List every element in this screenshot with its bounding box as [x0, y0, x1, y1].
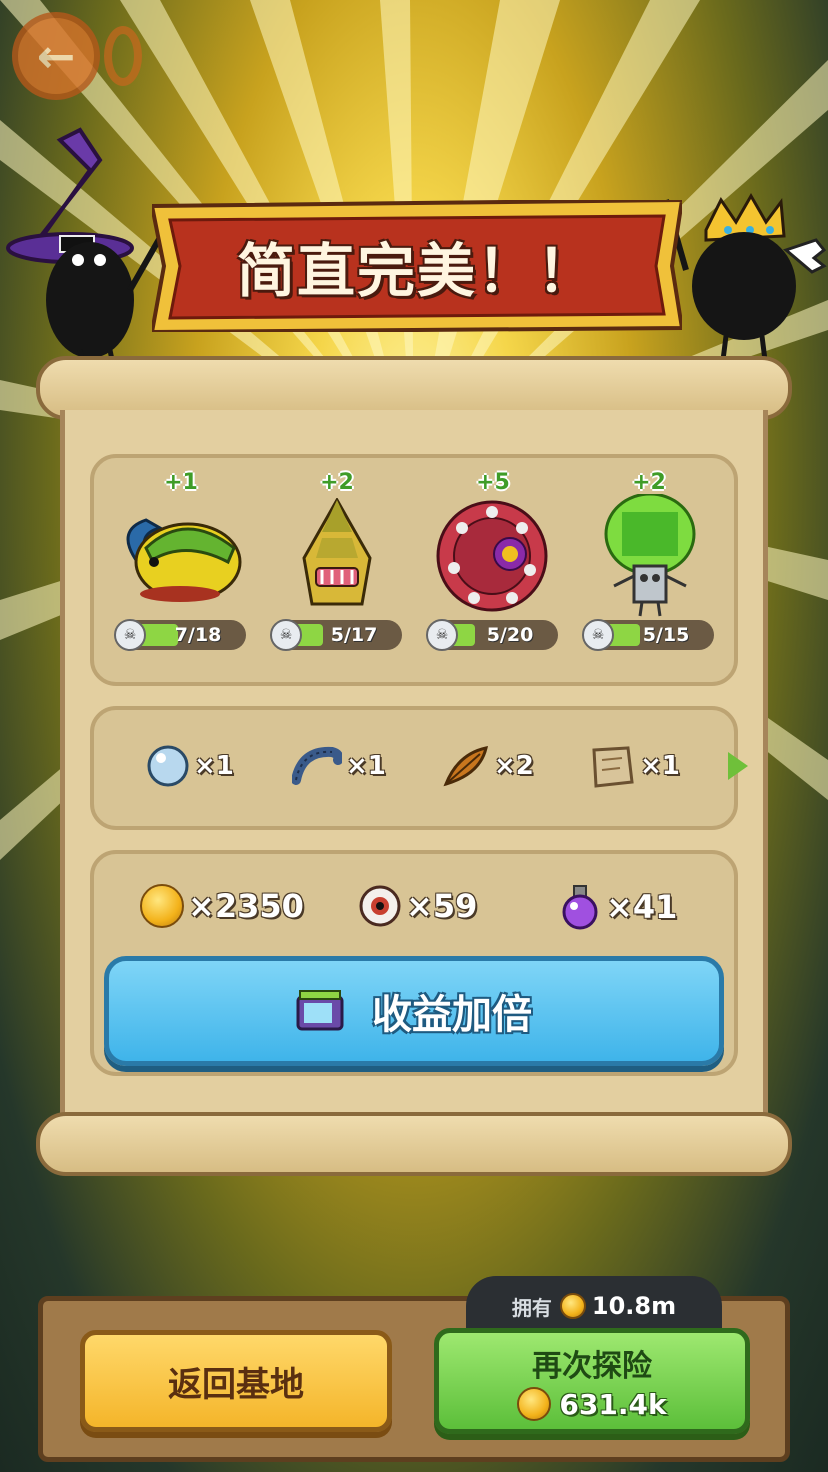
material-qty: ×2	[494, 751, 534, 781]
monster-card: +5 ☠ 5/20	[418, 470, 568, 690]
progress-text: 5/15	[642, 624, 690, 646]
robot-monster-icon	[604, 494, 696, 617]
decorative-ring	[104, 26, 142, 86]
gain-label: +2	[632, 470, 666, 495]
gain-label: +2	[320, 470, 354, 495]
monster-card: +1 ☠ 7/18	[106, 470, 256, 690]
back-button[interactable]: ←	[12, 12, 100, 100]
progress-text: 7/18	[174, 624, 222, 646]
explore-again-button[interactable]: 再次探险 631.4k	[434, 1328, 750, 1434]
material-item: ×1	[146, 744, 234, 788]
resource-item: ×41	[558, 884, 677, 930]
worm-icon	[292, 746, 342, 785]
monster-card: +2 ☠ 5/17	[262, 470, 412, 690]
monster-progress: ☠ 5/15	[582, 619, 714, 651]
material-qty: ×1	[194, 751, 234, 781]
crown-mascot	[666, 192, 827, 369]
scroll-map-icon	[592, 746, 634, 788]
explore-cost-value: 631.4k	[559, 1387, 667, 1421]
coin-icon	[559, 1293, 586, 1319]
material-qty: ×1	[346, 751, 386, 781]
potion-icon	[562, 885, 598, 930]
return-home-button[interactable]: 返回基地	[80, 1330, 392, 1432]
gain-label: +5	[476, 470, 510, 495]
return-home-label: 返回基地	[168, 1364, 304, 1405]
resource-qty: ×59	[406, 887, 478, 925]
pearl-icon	[147, 745, 189, 787]
material-qty: ×1	[640, 751, 680, 781]
material-item: ×1	[588, 744, 680, 788]
next-page-arrow[interactable]	[728, 752, 748, 780]
double-reward-button[interactable]: 收益加倍	[104, 956, 724, 1066]
coin-icon	[140, 884, 184, 928]
material-item: ×1	[292, 744, 386, 788]
tv-ad-icon	[296, 990, 344, 1031]
resource-qty: ×2350	[188, 887, 304, 925]
eyeball-icon	[359, 885, 401, 927]
monster-progress: ☠ 5/17	[270, 619, 402, 651]
left-arrow-icon: ←	[36, 29, 76, 83]
monster-progress: ☠ 7/18	[114, 619, 246, 651]
resource-item: ×59	[358, 884, 477, 928]
beetle-monster-icon	[126, 518, 242, 602]
resource-qty: ×41	[606, 888, 678, 926]
scroll-bottom-roll	[36, 1112, 792, 1176]
owned-value: 10.8m	[591, 1292, 677, 1320]
monster-progress: ☠ 5/20	[426, 619, 558, 651]
gain-label: +1	[164, 470, 198, 495]
page-title: 简直完美！！	[236, 237, 597, 305]
title-banner: 简直完美！！	[152, 200, 682, 332]
double-reward-label: 收益加倍	[372, 992, 532, 1038]
explore-again-label: 再次探险	[532, 1349, 652, 1384]
resource-item: ×2350	[140, 884, 304, 928]
coin-icon	[517, 1387, 552, 1421]
bamboo-monster-icon	[302, 498, 372, 606]
witch-hat-mascot	[6, 127, 170, 380]
feather-icon	[443, 746, 488, 787]
progress-text: 5/20	[486, 624, 534, 646]
monster-card: +2 ☠ 5/15	[574, 470, 724, 690]
progress-text: 5/17	[330, 624, 378, 646]
eye-flower-monster-icon	[436, 500, 548, 612]
owned-label: 拥有	[511, 1295, 552, 1320]
owned-coins-display: 拥有 10.8m	[466, 1276, 722, 1336]
explore-cost: 631.4k	[517, 1387, 667, 1421]
material-item: ×2	[440, 744, 534, 788]
